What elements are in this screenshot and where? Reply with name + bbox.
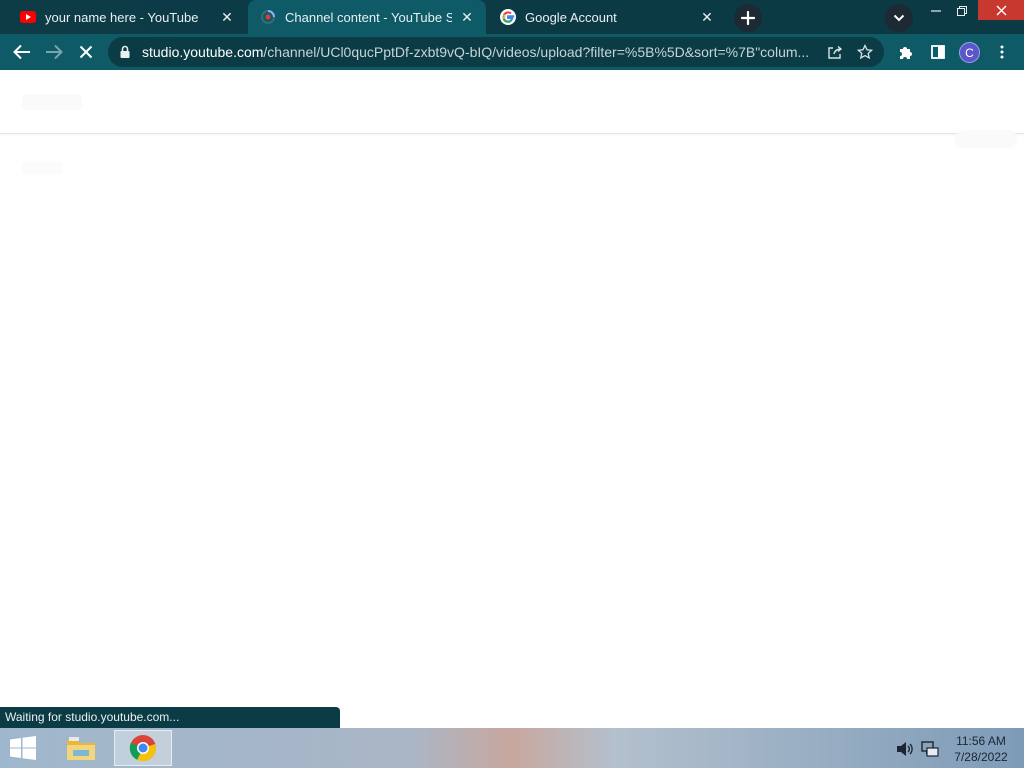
back-button[interactable] bbox=[8, 38, 36, 66]
page-content bbox=[0, 70, 1024, 728]
stop-loading-button[interactable] bbox=[72, 38, 100, 66]
tab-strip: your name here - YouTube ✕ Channel conte… bbox=[0, 0, 1024, 34]
puzzle-icon bbox=[900, 47, 912, 59]
profile-avatar[interactable]: C bbox=[959, 42, 980, 63]
loading-spinner-icon bbox=[260, 9, 276, 25]
restore-button[interactable] bbox=[947, 0, 977, 22]
system-clock[interactable]: 11:56 AM 7/28/2022 bbox=[946, 733, 1016, 765]
tab-search-button[interactable] bbox=[885, 4, 913, 32]
button-placeholder bbox=[955, 130, 1017, 148]
close-icon bbox=[996, 5, 1006, 15]
lock-icon[interactable] bbox=[118, 45, 132, 59]
bookmark-button[interactable] bbox=[854, 42, 876, 62]
chrome-taskbar-button[interactable] bbox=[114, 730, 172, 766]
close-icon bbox=[79, 45, 93, 59]
side-panel-button[interactable] bbox=[924, 38, 952, 66]
browser-toolbar: studio.youtube.com/channel/UCl0qucPptDf-… bbox=[0, 34, 1024, 70]
windows-logo-icon bbox=[10, 736, 36, 760]
url-path: /channel/UCl0qucPptDf-zxbt9vQ-bIQ/videos… bbox=[263, 44, 810, 60]
tab-google-account[interactable]: Google Account ✕ bbox=[488, 0, 726, 34]
url-host: studio.youtube.com bbox=[142, 44, 264, 60]
minimize-icon bbox=[931, 10, 941, 12]
tab-youtube[interactable]: your name here - YouTube ✕ bbox=[8, 0, 246, 34]
tab-title: your name here - YouTube bbox=[45, 9, 199, 25]
arrow-right-icon bbox=[46, 44, 63, 60]
google-g-icon bbox=[500, 9, 516, 25]
new-tab-button[interactable] bbox=[734, 4, 762, 32]
file-explorer-taskbar-button[interactable] bbox=[62, 731, 100, 765]
start-button[interactable] bbox=[6, 734, 40, 762]
more-vert-icon bbox=[1000, 45, 1004, 59]
chevron-down-icon bbox=[893, 14, 905, 22]
clock-time: 11:56 AM bbox=[956, 734, 1006, 748]
studio-header bbox=[0, 70, 1024, 134]
close-tab-icon[interactable]: ✕ bbox=[458, 8, 476, 26]
tab-youtube-studio[interactable]: Channel content - YouTube Studio ✕ bbox=[248, 0, 486, 34]
share-icon bbox=[828, 45, 843, 59]
network-icon[interactable] bbox=[921, 740, 939, 758]
star-icon bbox=[857, 44, 873, 60]
arrow-left-icon bbox=[13, 44, 30, 60]
windows-taskbar: 11:56 AM 7/28/2022 bbox=[0, 728, 1024, 768]
address-bar[interactable]: studio.youtube.com/channel/UCl0qucPptDf-… bbox=[108, 37, 884, 67]
share-button[interactable] bbox=[824, 42, 846, 62]
tab-title: Channel content - YouTube Studio bbox=[285, 9, 452, 25]
folder-icon bbox=[67, 737, 95, 760]
clock-date: 7/28/2022 bbox=[954, 750, 1008, 764]
nav-placeholder bbox=[22, 162, 62, 174]
status-bubble: Waiting for studio.youtube.com... bbox=[0, 707, 340, 728]
chrome-icon bbox=[129, 735, 156, 762]
plus-icon bbox=[741, 11, 755, 25]
volume-icon[interactable] bbox=[896, 741, 914, 757]
logo-placeholder bbox=[22, 94, 82, 110]
youtube-icon bbox=[20, 9, 36, 25]
restore-icon bbox=[957, 6, 967, 16]
side-panel-icon bbox=[931, 45, 945, 59]
close-tab-icon[interactable]: ✕ bbox=[698, 8, 716, 26]
menu-button[interactable] bbox=[988, 38, 1016, 66]
url-text[interactable]: studio.youtube.com/channel/UCl0qucPptDf-… bbox=[142, 44, 814, 60]
forward-button[interactable] bbox=[40, 38, 68, 66]
close-window-button[interactable] bbox=[978, 0, 1024, 20]
extensions-button[interactable] bbox=[892, 38, 920, 66]
tab-title: Google Account bbox=[525, 9, 617, 25]
close-tab-icon[interactable]: ✕ bbox=[218, 8, 236, 26]
